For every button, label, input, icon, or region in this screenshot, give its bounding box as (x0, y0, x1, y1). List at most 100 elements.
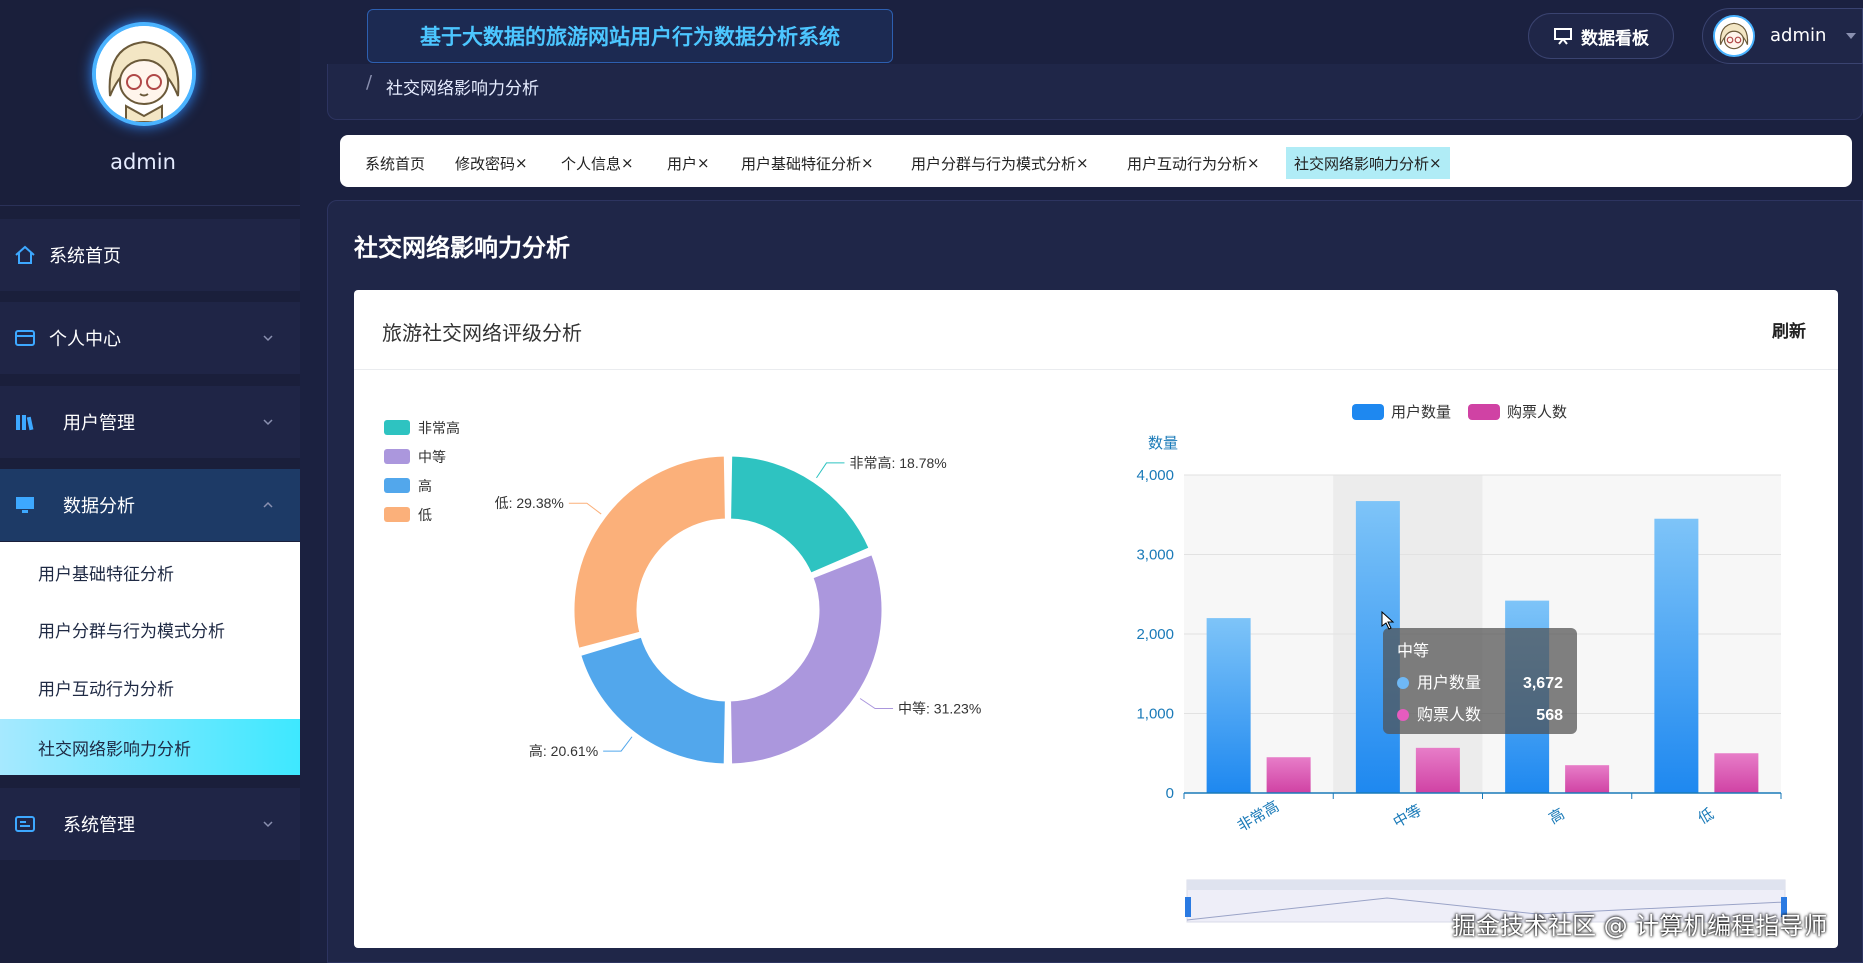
books-icon (16, 415, 34, 431)
y-tick-label: 2,000 (1136, 626, 1174, 643)
presentation-icon (1554, 28, 1572, 45)
sidebar-username: admin (110, 150, 176, 174)
donut-leader-line (603, 736, 633, 752)
sidebar-item-personal-center[interactable]: 个人中心 (0, 302, 300, 374)
legend-label: 用户数量 (1391, 404, 1451, 421)
y-tick-label: 4,000 (1136, 467, 1174, 484)
tab-social-influence[interactable]: 社交网络影响力分析 × (1286, 147, 1450, 179)
tooltip-series-name: 用户数量 (1417, 674, 1481, 692)
submenu-data-analysis: 用户基础特征分析 用户分群与行为模式分析 用户互动行为分析 社交网络影响力分析 (0, 542, 300, 775)
chart-card: 旅游社交网络评级分析 刷新 非常高 中等高低非常高: 18.78% 中等: 31.2… (354, 290, 1838, 948)
user-menu[interactable]: admin (1702, 8, 1863, 64)
tab-label: 修改密码 (455, 154, 516, 173)
sidebar-item-system-management[interactable]: 系统管理 (0, 788, 300, 860)
bar (1654, 518, 1699, 793)
donut-chart: 非常高中等高低 非常高: 18.78% 中等: 31.23% 高: 20.61% 低: … (384, 420, 981, 767)
submenu-item-interaction[interactable]: 用户互动行为分析 (0, 659, 300, 715)
legend-label: 低 (418, 507, 432, 523)
legend-swatch (384, 420, 410, 435)
card-icon (15, 330, 35, 346)
tab-label: 用户互动行为分析 (1127, 154, 1248, 173)
close-icon[interactable]: × (697, 154, 710, 172)
legend-swatch (1468, 404, 1500, 420)
bar (1714, 753, 1759, 793)
monitor-icon (16, 497, 34, 513)
user-avatar[interactable] (92, 22, 196, 126)
tab-bar: 系统首页 修改密码 × 个人信息 × 用户 × 用户基础特征分析 × 用户分群与行为模式… (340, 135, 1852, 187)
donut-slice (728, 551, 885, 767)
tab-basic-features[interactable]: 用户基础特征分析 × (733, 147, 882, 179)
app-title: 基于大数据的旅游网站用户行为数据分析系统 (367, 9, 893, 63)
tab-label: 用户基础特征分析 (741, 154, 862, 173)
x-tick-label: 非常高 (1235, 798, 1282, 835)
tooltip-value: 3,672 (1523, 675, 1563, 692)
tab-interaction[interactable]: 用户互动行为分析 × (1119, 147, 1268, 179)
close-icon[interactable]: × (1247, 154, 1260, 172)
legend-label: 非常高 (418, 420, 460, 436)
sidebar-item-label: 用户管理 (63, 413, 135, 434)
legend-swatch (1352, 404, 1384, 420)
sidebar-item-user-management[interactable]: 用户管理 (0, 386, 300, 458)
donut-label: 非常高: 18.78% (849, 455, 946, 471)
legend-label: 高 (418, 478, 432, 494)
refresh-button[interactable]: 刷新 (1772, 317, 1806, 342)
legend-swatch (384, 449, 410, 464)
tooltip-marker (1397, 677, 1409, 689)
bar (1206, 618, 1251, 793)
legend-swatch (384, 478, 410, 493)
header-username: admin (1770, 25, 1827, 46)
donut-leader-line (568, 502, 602, 515)
tooltip-value: 568 (1536, 707, 1563, 724)
sidebar-item-label: 个人中心 (49, 329, 121, 350)
submenu-item-clustering[interactable]: 用户分群与行为模式分析 (0, 601, 300, 657)
card-header: 旅游社交网络评级分析 刷新 (354, 290, 1838, 370)
donut-label: 高: 20.61% (529, 743, 598, 759)
bar (1415, 747, 1460, 793)
tab-label: 个人信息 (561, 154, 622, 173)
watermark-text: 掘金技术社区 @ 计算机编程指导师 (1452, 912, 1828, 940)
sidebar-divider (0, 205, 300, 206)
donut-slice (728, 453, 872, 576)
sidebar-item-data-analysis[interactable]: 数据分析 (0, 469, 300, 541)
chevron-up-icon (263, 501, 273, 508)
donut-leader-line (859, 698, 894, 710)
sidebar-item-label: 系统首页 (49, 246, 121, 267)
legend-swatch (384, 507, 410, 522)
tab-personal-info[interactable]: 个人信息 × (553, 147, 642, 179)
chevron-down-icon (263, 335, 273, 342)
submenu-item-social-influence[interactable]: 社交网络影响力分析 (0, 719, 300, 775)
tab-clustering[interactable]: 用户分群与行为模式分析 × (903, 147, 1097, 179)
y-tick-label: 3,000 (1136, 547, 1174, 564)
tab-label: 用户 (667, 154, 698, 173)
y-tick-label: 1,000 (1136, 706, 1174, 723)
zoom-slider-handle-left (1185, 897, 1191, 917)
tooltip-series-name: 购票人数 (1417, 706, 1481, 724)
donut-slice (578, 634, 728, 767)
close-icon[interactable]: × (1076, 154, 1089, 172)
close-icon[interactable]: × (621, 154, 634, 172)
donut-label: 中等: 31.23% (898, 701, 981, 717)
sidebar-item-home[interactable]: 系统首页 (0, 219, 300, 291)
close-icon[interactable]: × (515, 154, 528, 172)
close-icon[interactable]: × (1429, 154, 1442, 172)
tab-user[interactable]: 用户 × (659, 147, 718, 179)
bar-chart: 用户数量 购票人数数量01,0002,0003,0004,000非常高 中等高低中等… (1136, 404, 1787, 923)
x-tick-label: 高 (1546, 805, 1568, 827)
y-tick-label: 0 (1166, 785, 1174, 802)
tab-label: 社交网络影响力分析 (1294, 154, 1430, 173)
tab-home[interactable]: 系统首页 (357, 147, 433, 179)
submenu-item-basic-features[interactable]: 用户基础特征分析 (0, 544, 300, 600)
zoom-slider-top-bar (1187, 880, 1785, 890)
tooltip-title: 中等 (1397, 642, 1429, 660)
breadcrumb: / 社交网络影响力分析 (327, 64, 1863, 120)
donut-leader-line (816, 462, 845, 479)
close-icon[interactable]: × (861, 154, 874, 172)
sidebar: admin 系统首页 个人中心 用户管理 数据分析 用户基础特征分析 用户分群与… (0, 0, 300, 963)
breadcrumb-separator: / (366, 72, 373, 93)
tab-change-password[interactable]: 修改密码 × (447, 147, 536, 179)
y-axis-title: 数量 (1148, 435, 1178, 452)
x-tick-label: 中等 (1390, 801, 1425, 832)
card-title: 旅游社交网络评级分析 (382, 321, 582, 345)
legend-label: 中等 (418, 449, 446, 465)
dashboard-button[interactable]: 数据看板 (1528, 13, 1674, 59)
